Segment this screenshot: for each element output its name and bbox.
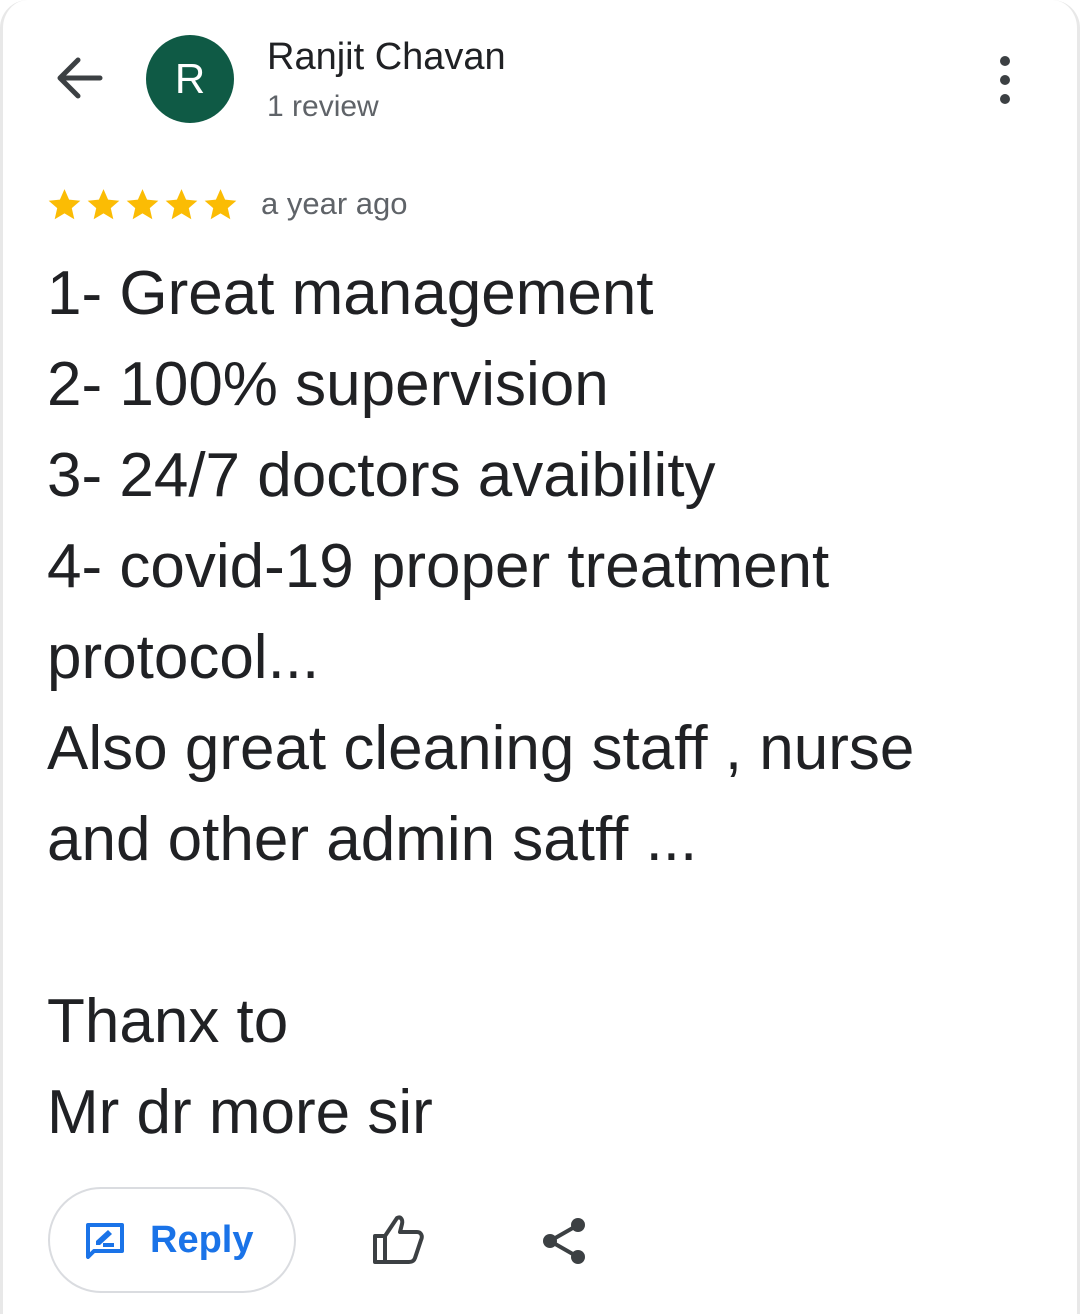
author-name[interactable]: Ranjit Chavan — [267, 36, 506, 79]
reply-label: Reply — [150, 1218, 254, 1261]
review-card: R Ranjit Chavan 1 review a year ago 1- G… — [0, 0, 1080, 1314]
review-line: protocol... — [47, 623, 320, 692]
author-review-count: 1 review — [267, 90, 379, 123]
star-icon — [204, 189, 237, 220]
star-icon — [87, 189, 120, 220]
share-button[interactable] — [535, 1210, 593, 1272]
more-vert-dot — [1000, 94, 1010, 104]
avatar-initial: R — [174, 55, 206, 102]
review-line: 3- 24/7 doctors avaibility — [47, 441, 716, 510]
arrow-back-icon — [57, 57, 103, 99]
reply-button[interactable]: Reply — [48, 1187, 296, 1293]
avatar[interactable]: R — [146, 35, 234, 123]
review-line — [47, 885, 1047, 976]
star-rating — [45, 186, 240, 224]
star-icon — [126, 189, 159, 220]
review-line: Thanx to — [47, 987, 289, 1056]
review-line: Also great cleaning staff , nurse — [47, 714, 915, 783]
review-time: a year ago — [261, 186, 408, 221]
more-vert-icon — [1000, 56, 1010, 66]
review-line: 4- covid-19 proper treatment — [47, 532, 830, 601]
more-options-button[interactable] — [983, 50, 1027, 110]
review-line: 2- 100% supervision — [47, 350, 609, 419]
share-icon — [543, 1218, 585, 1264]
like-button[interactable] — [367, 1208, 429, 1270]
review-line: Mr dr more sir — [47, 1078, 433, 1147]
thumb-up-icon — [373, 1215, 424, 1264]
more-vert-dot — [1000, 75, 1010, 85]
star-icon — [165, 189, 198, 220]
review-text: 1- Great management 2- 100% supervision 3-… — [47, 248, 1047, 1158]
review-line: 1- Great management — [47, 259, 654, 328]
rate-review-icon — [86, 1223, 124, 1259]
star-icon — [48, 189, 81, 220]
back-button[interactable] — [51, 52, 107, 104]
review-line: and other admin satff ... — [47, 805, 698, 874]
